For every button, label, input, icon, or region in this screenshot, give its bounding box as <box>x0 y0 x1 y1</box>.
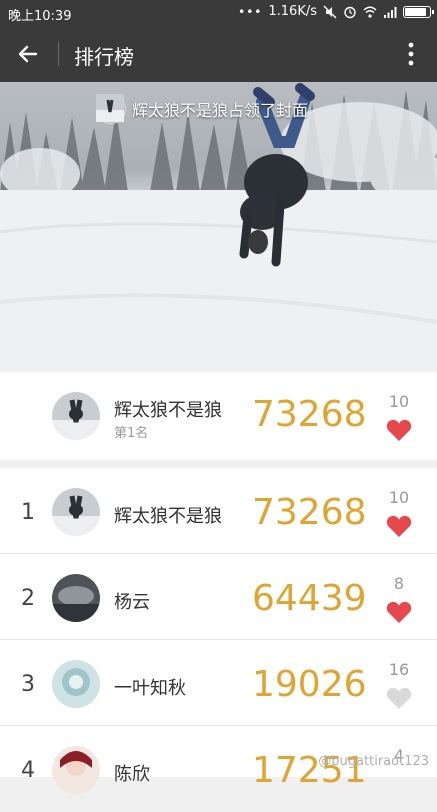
status-time: 晚上10:39 <box>8 9 72 24</box>
avatar[interactable] <box>52 392 100 440</box>
user-score: 19026 <box>252 664 367 705</box>
rank-number: 4 <box>21 758 35 783</box>
app-header: 排行榜 <box>0 26 437 82</box>
page-title: 排行榜 <box>74 45 134 69</box>
avatar[interactable] <box>52 660 100 708</box>
cover-caption: 辉太狼不是狼占领了封面 <box>96 94 308 124</box>
avatar[interactable] <box>52 574 100 622</box>
heart-icon[interactable] <box>386 514 412 538</box>
wifi-icon <box>363 6 377 18</box>
heart-icon[interactable] <box>386 418 412 442</box>
avatar[interactable] <box>52 488 100 536</box>
header-divider <box>58 42 59 66</box>
list-item[interactable]: 2 杨云 64439 8 <box>0 554 437 640</box>
status-bar: 晚上10:39 ••• 1.16K/s <box>0 0 437 26</box>
cover-caption-text: 辉太狼不是狼占领了封面 <box>132 101 309 120</box>
rank-number: 1 <box>21 500 35 525</box>
list-item[interactable]: 4 陈欣 17251 4 <box>0 726 437 812</box>
user-name: 辉太狼不是狼 <box>114 506 222 527</box>
mute-icon <box>323 5 337 18</box>
status-icons: ••• 1.16K/s <box>238 4 434 19</box>
cover-photo <box>0 83 437 372</box>
my-rank-text: 第1名 <box>114 426 149 441</box>
like-count: 8 <box>393 574 405 593</box>
more-dots-icon: ••• <box>238 4 263 19</box>
network-speed: 1.16K/s <box>268 4 317 19</box>
my-like-count: 10 <box>388 392 410 411</box>
rank-number: 2 <box>21 586 35 611</box>
more-vertical-icon[interactable] <box>403 38 419 70</box>
watermark: @bugattiraot123 <box>318 754 429 769</box>
cover-image: 辉太狼不是狼占领了封面 <box>0 82 437 372</box>
user-name: 一叶知秋 <box>114 678 186 699</box>
battery-level <box>405 7 426 16</box>
avatar[interactable] <box>52 746 100 794</box>
list-item[interactable]: 3 一叶知秋 19026 16 <box>0 640 437 726</box>
list-item[interactable]: 1 辉太狼不是狼 73268 10 <box>0 468 437 554</box>
user-score: 64439 <box>252 578 367 619</box>
battery-icon <box>403 5 434 18</box>
arrow-left-icon[interactable] <box>12 38 44 70</box>
like-count: 16 <box>388 660 410 679</box>
signal-icon <box>384 6 397 18</box>
heart-icon[interactable] <box>386 686 412 710</box>
avatar <box>96 94 126 124</box>
rank-number: 3 <box>21 672 35 697</box>
like-count: 10 <box>388 488 410 507</box>
my-score: 73268 <box>252 394 367 435</box>
heart-icon[interactable] <box>386 600 412 624</box>
alarm-icon <box>344 6 356 18</box>
user-name: 杨云 <box>114 592 150 613</box>
user-name: 陈欣 <box>114 764 150 785</box>
my-rank-row[interactable]: 辉太狼不是狼 第1名 73268 10 <box>0 372 437 460</box>
user-score: 73268 <box>252 492 367 533</box>
my-name: 辉太狼不是狼 <box>114 400 222 421</box>
ranking-list: 1 辉太狼不是狼 73268 10 2 杨云 64439 8 3 一叶知秋 19… <box>0 468 437 794</box>
